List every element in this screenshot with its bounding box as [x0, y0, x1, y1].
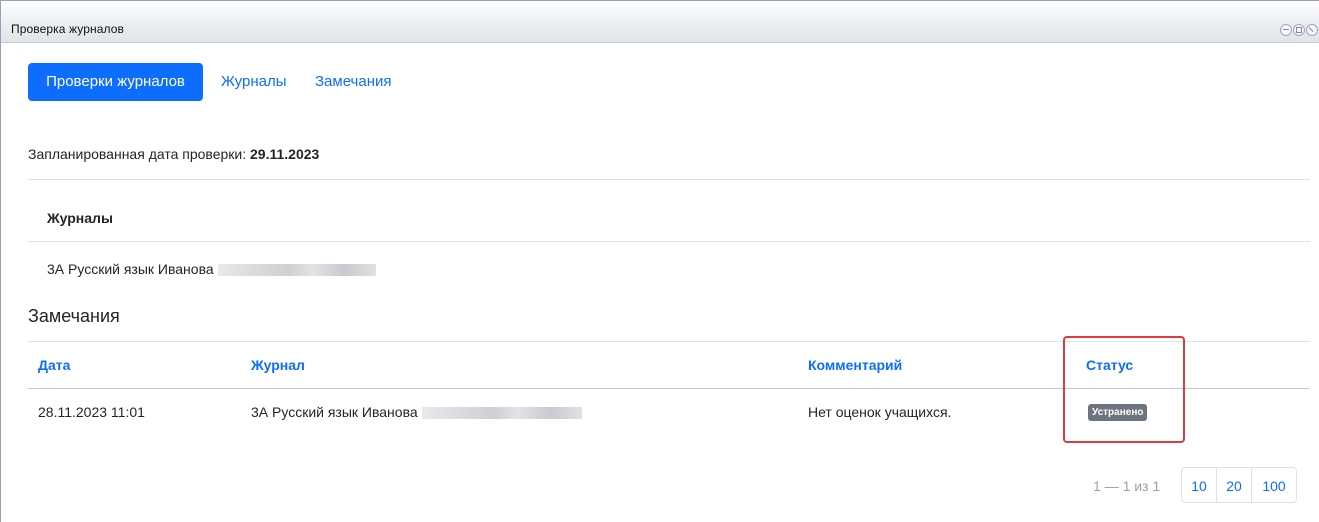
- journal-name: 3А Русский язык Иванова: [47, 261, 214, 277]
- maximize-icon[interactable]: [1293, 24, 1305, 36]
- cell-comment: Нет оценок учащихся.: [808, 404, 952, 420]
- cell-date: 28.11.2023 11:01: [38, 404, 145, 420]
- planned-date-label: Запланированная дата проверки:: [28, 146, 250, 162]
- window-controls: [1279, 24, 1319, 36]
- page-size-20-button[interactable]: 20: [1216, 467, 1252, 503]
- redacted-name: [217, 264, 376, 277]
- status-highlight-box: [1063, 336, 1185, 443]
- tab-journal-checks[interactable]: Проверки журналов: [28, 63, 203, 101]
- column-header-comment[interactable]: Комментарий: [808, 357, 902, 373]
- page-size-10-button[interactable]: 10: [1181, 467, 1217, 503]
- tab-remarks[interactable]: Замечания: [303, 63, 404, 101]
- column-header-journal[interactable]: Журнал: [251, 357, 305, 373]
- window-title: Проверка журналов: [11, 22, 124, 36]
- divider: [28, 241, 1310, 242]
- planned-date-value: 29.11.2023: [250, 146, 320, 162]
- planned-date: Запланированная дата проверки: 29.11.202…: [28, 146, 319, 162]
- journals-heading: Журналы: [47, 210, 113, 226]
- divider: [28, 179, 1310, 180]
- window-titlebar[interactable]: Проверка журналов: [1, 1, 1319, 43]
- page-size-100-button[interactable]: 100: [1251, 467, 1297, 503]
- close-icon[interactable]: [1306, 24, 1318, 36]
- journal-list-item[interactable]: 3А Русский язык Иванова: [47, 261, 376, 277]
- minimize-icon[interactable]: [1280, 24, 1292, 36]
- journal-check-window: Проверка журналов Проверки журналов Журн…: [0, 0, 1319, 522]
- cell-journal: 3А Русский язык Иванова: [251, 404, 582, 420]
- tab-journals[interactable]: Журналы: [209, 63, 299, 101]
- remarks-title: Замечания: [28, 306, 120, 326]
- redacted-name: [421, 407, 582, 420]
- cell-journal-text: 3А Русский язык Иванова: [251, 404, 418, 420]
- pagination-info: 1 — 1 из 1: [1093, 478, 1161, 494]
- column-header-date[interactable]: Дата: [38, 357, 70, 373]
